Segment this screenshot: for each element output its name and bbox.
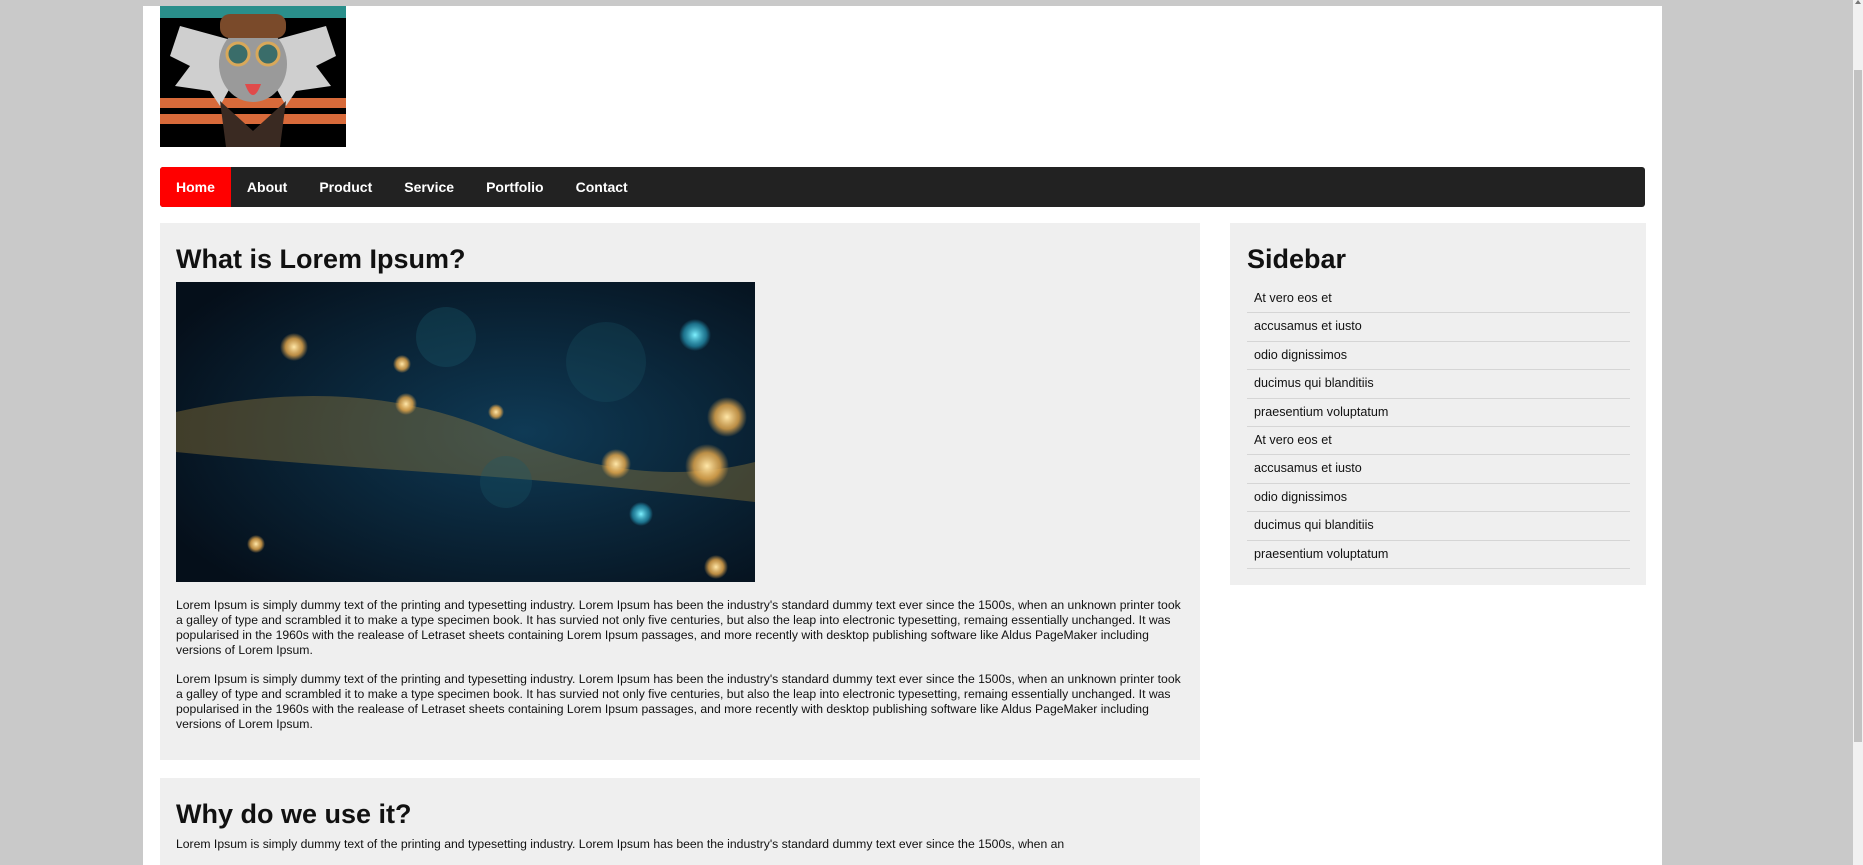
article-paragraph: Lorem Ipsum is simply dummy text of the … xyxy=(176,598,1181,657)
page-container: Home About Product Service Portfolio Contact … xyxy=(143,0,1662,865)
article-card: What is Lorem Ipsum? Lorem Ipsum is simp… xyxy=(160,223,1200,760)
top-strip xyxy=(143,0,1662,6)
nav-item-home[interactable]: Home xyxy=(160,167,231,207)
nav-item-service[interactable]: Service xyxy=(388,167,470,207)
sidebar-link[interactable]: praesentium voluptatum xyxy=(1247,399,1630,427)
sidebar-list: At vero eos et accusamus et iusto odio dig… xyxy=(1247,285,1630,569)
sidebar-link[interactable]: accusamus et iusto xyxy=(1247,313,1630,342)
nav-item-portfolio[interactable]: Portfolio xyxy=(470,167,560,207)
sidebar-link[interactable]: praesentium voluptatum xyxy=(1247,541,1630,569)
main-navigation: Home About Product Service Portfolio Contact xyxy=(160,167,1645,207)
scroll-up-arrow-icon[interactable] xyxy=(1855,0,1861,4)
sidebar-link[interactable]: ducimus qui blanditiis xyxy=(1247,370,1630,399)
hero-image xyxy=(176,282,755,582)
sidebar-link[interactable]: At vero eos et xyxy=(1247,285,1630,314)
article-paragraph: Lorem Ipsum is simply dummy text of the … xyxy=(176,837,1065,851)
sidebar: Sidebar At vero eos et accusamus et iusto… xyxy=(1230,223,1646,585)
sidebar-title: Sidebar xyxy=(1247,244,1347,274)
sidebar-link[interactable]: accusamus et iusto xyxy=(1247,455,1630,484)
article-paragraph: Lorem Ipsum is simply dummy text of the … xyxy=(176,672,1181,731)
sidebar-link[interactable]: At vero eos et xyxy=(1247,427,1630,456)
nav-item-product[interactable]: Product xyxy=(303,167,388,207)
site-logo[interactable] xyxy=(160,6,346,147)
article-title: What is Lorem Ipsum? xyxy=(176,244,466,274)
sidebar-link[interactable]: ducimus qui blanditiis xyxy=(1247,512,1630,541)
sidebar-link[interactable]: odio dignissimos xyxy=(1247,342,1630,371)
nav-item-contact[interactable]: Contact xyxy=(560,167,644,207)
nav-item-about[interactable]: About xyxy=(231,167,303,207)
scrollbar-thumb[interactable] xyxy=(1854,70,1862,742)
main-content: What is Lorem Ipsum? Lorem Ipsum is simp… xyxy=(160,223,1200,865)
sidebar-link[interactable]: odio dignissimos xyxy=(1247,484,1630,513)
article-title: Why do we use it? xyxy=(176,799,412,829)
page-scrollbar[interactable] xyxy=(1853,0,1863,865)
article-card: Why do we use it? Lorem Ipsum is simply … xyxy=(160,778,1200,865)
